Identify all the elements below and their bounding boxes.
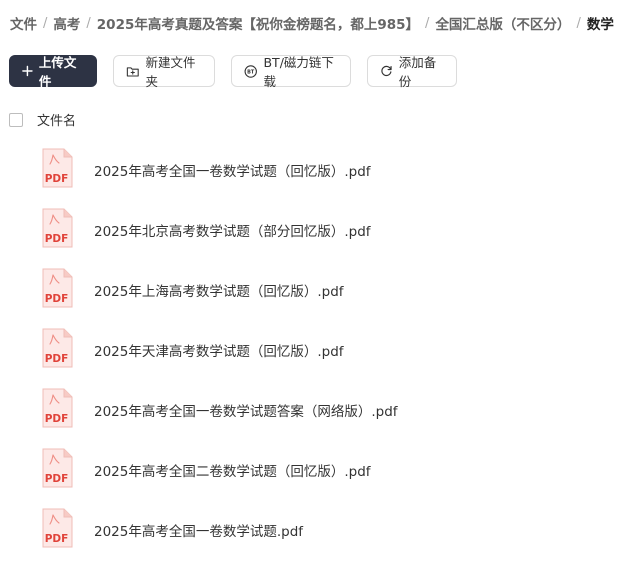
file-row[interactable]: PDF 2025年天津高考数学试题（回忆版）.pdf <box>41 328 398 388</box>
breadcrumb-item-national[interactable]: 全国汇总版（不区分） <box>435 13 570 33</box>
list-header: 文件名 <box>9 110 76 129</box>
bt-magnet-download-label: BT/磁力链下载 <box>263 55 334 89</box>
file-name[interactable]: 2025年高考全国一卷数学试题（回忆版）.pdf <box>94 160 371 180</box>
column-header-filename[interactable]: 文件名 <box>37 110 76 129</box>
pdf-file-icon: PDF <box>42 448 73 488</box>
file-row[interactable]: PDF 2025年高考全国一卷数学试题答案（网络版）.pdf <box>41 388 398 448</box>
breadcrumb-item-files[interactable]: 文件 <box>10 13 37 33</box>
plus-icon <box>22 65 33 77</box>
file-name[interactable]: 2025年高考全国二卷数学试题（回忆版）.pdf <box>94 460 371 480</box>
file-browser: 文件 / 高考 / 2025年高考真题及答案【祝你金榜题名，都上985】 / 全… <box>0 0 632 562</box>
pdf-file-icon: PDF <box>42 268 73 308</box>
file-row[interactable]: PDF 2025年高考全国二卷数学试题（回忆版）.pdf <box>41 448 398 508</box>
breadcrumb-item-math: 数学 <box>586 17 614 33</box>
bt-icon: BT <box>244 64 257 78</box>
refresh-icon <box>381 65 392 77</box>
file-name[interactable]: 2025年天津高考数学试题（回忆版）.pdf <box>94 340 344 360</box>
breadcrumb-separator: / <box>43 15 48 31</box>
breadcrumb: 文件 / 高考 / 2025年高考真题及答案【祝你金榜题名，都上985】 / 全… <box>10 13 614 34</box>
file-row[interactable]: PDF 2025年北京高考数学试题（部分回忆版）.pdf <box>41 208 398 268</box>
pdf-badge-text: PDF <box>45 353 69 365</box>
pdf-badge-text: PDF <box>45 413 69 425</box>
file-list: PDF 2025年高考全国一卷数学试题（回忆版）.pdf PDF 2025年北京… <box>41 148 398 562</box>
file-name[interactable]: 2025年高考全国一卷数学试题.pdf <box>94 520 303 540</box>
breadcrumb-item-gaokao[interactable]: 高考 <box>53 13 80 33</box>
svg-text:BT: BT <box>247 69 255 75</box>
pdf-file-icon: PDF <box>42 388 73 428</box>
pdf-file-icon: PDF <box>42 328 73 368</box>
bt-magnet-download-button[interactable]: BT BT/磁力链下载 <box>231 55 351 89</box>
breadcrumb-separator: / <box>86 15 91 31</box>
pdf-badge-text: PDF <box>45 293 69 305</box>
select-all-checkbox[interactable] <box>9 112 23 127</box>
new-folder-label: 新建文件夹 <box>145 55 196 89</box>
pdf-badge-text: PDF <box>45 233 69 245</box>
breadcrumb-separator: / <box>576 15 581 31</box>
upload-file-label: 上传文件 <box>38 55 77 89</box>
add-backup-button[interactable]: 添加备份 <box>367 55 457 89</box>
file-name[interactable]: 2025年上海高考数学试题（回忆版）.pdf <box>94 280 344 300</box>
breadcrumb-separator: / <box>425 15 430 31</box>
pdf-file-icon: PDF <box>42 148 73 188</box>
breadcrumb-item-2025-papers[interactable]: 2025年高考真题及答案【祝你金榜题名，都上985】 <box>97 13 419 33</box>
toolbar: 上传文件 新建文件夹 BT BT/磁力链下载 添加备份 <box>9 55 457 89</box>
pdf-badge-text: PDF <box>45 533 69 545</box>
pdf-badge-text: PDF <box>45 173 69 185</box>
add-backup-label: 添加备份 <box>398 55 437 89</box>
pdf-file-icon: PDF <box>42 208 73 248</box>
new-folder-button[interactable]: 新建文件夹 <box>113 55 215 89</box>
file-row[interactable]: PDF 2025年高考全国一卷数学试题（回忆版）.pdf <box>41 148 398 208</box>
pdf-file-icon: PDF <box>42 508 73 548</box>
file-name[interactable]: 2025年北京高考数学试题（部分回忆版）.pdf <box>94 220 371 240</box>
folder-plus-icon <box>126 66 139 77</box>
pdf-badge-text: PDF <box>45 473 69 485</box>
file-row[interactable]: PDF 2025年上海高考数学试题（回忆版）.pdf <box>41 268 398 328</box>
file-row[interactable]: PDF 2025年高考全国一卷数学试题.pdf <box>41 508 398 562</box>
file-name[interactable]: 2025年高考全国一卷数学试题答案（网络版）.pdf <box>94 400 398 420</box>
upload-file-button[interactable]: 上传文件 <box>9 55 97 89</box>
